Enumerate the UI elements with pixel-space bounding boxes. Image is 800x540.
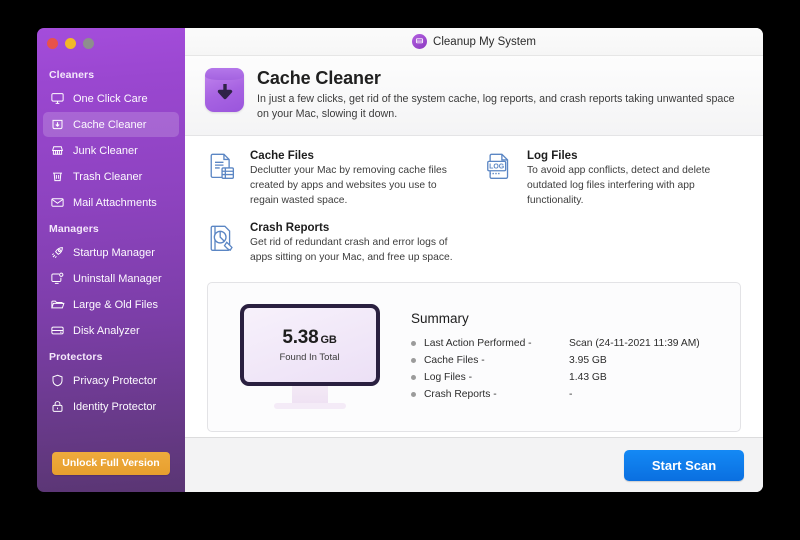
bottom-bar: Start Scan (185, 437, 763, 492)
monitor-base (274, 403, 346, 409)
sidebar-item-privacy-protector[interactable]: Privacy Protector (43, 368, 179, 393)
total-amount: 5.38GB (282, 327, 336, 349)
sidebar-item-label: Junk Cleaner (73, 145, 138, 157)
monitor-stand (292, 386, 328, 403)
sidebar-item-label: Startup Manager (73, 247, 155, 259)
bullet-icon (411, 341, 416, 346)
sidebar-item-label: One Click Care (73, 93, 148, 105)
sidebar-item-cache-cleaner[interactable]: Cache Cleaner (43, 112, 179, 137)
sidebar-footer: Unlock Full Version (37, 434, 185, 492)
sidebar-item-label: Large & Old Files (73, 299, 158, 311)
app-logo-icon (412, 34, 427, 49)
cache-download-icon (205, 68, 244, 112)
summary-row: Crash Reports - - (411, 386, 726, 403)
monitor-gear-icon (49, 271, 65, 287)
summary-row: Last Action Performed - Scan (24-11-2021… (411, 335, 726, 352)
feature-description: To avoid app conflicts, detect and delet… (527, 164, 743, 209)
minimize-button[interactable] (65, 38, 76, 49)
sidebar-item-large-old-files[interactable]: Large & Old Files (43, 292, 179, 317)
monitor-screen: 5.38GB Found In Total (240, 304, 380, 386)
sidebar-item-label: Cache Cleaner (73, 119, 146, 131)
unlock-full-version-button[interactable]: Unlock Full Version (52, 452, 170, 475)
summary-row-label: Crash Reports - (424, 389, 569, 400)
sidebar-item-one-click-care[interactable]: One Click Care (43, 86, 179, 111)
sidebar-item-mail-attachments[interactable]: Mail Attachments (43, 190, 179, 215)
summary-row-value: - (569, 389, 572, 400)
total-amount-unit: GB (321, 334, 337, 346)
summary-row: Log Files - 1.43 GB (411, 369, 726, 386)
disk-drive-icon (49, 323, 65, 339)
feature-list: Cache Files Declutter your Mac by removi… (185, 136, 763, 270)
feature-title: Crash Reports (250, 222, 466, 234)
hero-section: Cache Cleaner In just a few clicks, get … (185, 56, 763, 136)
summary-row-label: Log Files - (424, 372, 569, 383)
sidebar-group-managers-title: Managers (37, 216, 185, 240)
trash-icon (49, 169, 65, 185)
sidebar-item-junk-cleaner[interactable]: Junk Cleaner (43, 138, 179, 163)
bullet-icon (411, 392, 416, 397)
summary-heading: Summary (411, 311, 726, 326)
sidebar-item-label: Mail Attachments (73, 197, 157, 209)
sidebar-nav: Cleaners One Click Care Cache Cleaner (37, 56, 185, 434)
feature-cache-files: Cache Files Declutter your Mac by removi… (207, 150, 466, 209)
bullet-icon (411, 375, 416, 380)
feature-description: Declutter your Mac by removing cache fil… (250, 164, 466, 209)
page-title: Cache Cleaner (257, 68, 741, 89)
sidebar-item-label: Uninstall Manager (73, 273, 162, 285)
sidebar-item-uninstall-manager[interactable]: Uninstall Manager (43, 266, 179, 291)
feature-description: Get rid of redundant crash and error log… (250, 236, 466, 266)
envelope-icon (49, 195, 65, 211)
sidebar-item-identity-protector[interactable]: Identity Protector (43, 394, 179, 419)
app-window: Cleaners One Click Care Cache Cleaner (37, 28, 763, 492)
total-amount-caption: Found In Total (279, 352, 339, 363)
window-controls (37, 28, 185, 56)
cache-download-icon (49, 117, 65, 133)
titlebar: Cleanup My System (185, 28, 763, 56)
sidebar-item-label: Disk Analyzer (73, 325, 140, 337)
broom-icon (49, 143, 65, 159)
app-title: Cleanup My System (433, 36, 536, 48)
summary-row-value: 3.95 GB (569, 355, 607, 366)
sidebar-item-disk-analyzer[interactable]: Disk Analyzer (43, 318, 179, 343)
svg-text:LOG: LOG (489, 164, 504, 171)
sidebar: Cleaners One Click Care Cache Cleaner (37, 28, 185, 492)
monitor-icon (49, 91, 65, 107)
page-description: In just a few clicks, get rid of the sys… (257, 92, 741, 122)
close-button[interactable] (47, 38, 58, 49)
sidebar-group-cleaners-title: Cleaners (37, 62, 185, 86)
shield-icon (49, 373, 65, 389)
summary-row-label: Cache Files - (424, 355, 569, 366)
summary-panel: 5.38GB Found In Total Summary Last Actio… (207, 282, 741, 432)
feature-crash-reports: Crash Reports Get rid of redundant crash… (207, 222, 466, 266)
total-found-monitor: 5.38GB Found In Total (222, 304, 397, 409)
lock-icon (49, 399, 65, 415)
summary-row: Cache Files - 3.95 GB (411, 352, 726, 369)
hero-text: Cache Cleaner In just a few clicks, get … (257, 68, 741, 122)
log-files-icon: LOG (484, 151, 516, 183)
total-amount-value: 5.38 (282, 327, 318, 348)
sidebar-group-protectors-title: Protectors (37, 344, 185, 368)
cache-files-icon (207, 151, 239, 183)
sidebar-item-label: Trash Cleaner (73, 171, 142, 183)
feature-log-files: LOG Log Files To avoid app conflicts, de… (484, 150, 743, 209)
crash-reports-icon (207, 223, 239, 255)
icon-lip (205, 68, 244, 80)
summary-row-label: Last Action Performed - (424, 338, 569, 349)
sidebar-item-trash-cleaner[interactable]: Trash Cleaner (43, 164, 179, 189)
main-content: Cleanup My System Cache Cleaner In just … (185, 28, 763, 492)
sidebar-item-startup-manager[interactable]: Startup Manager (43, 240, 179, 265)
folder-icon (49, 297, 65, 313)
sidebar-item-label: Privacy Protector (73, 375, 157, 387)
zoom-button[interactable] (83, 38, 94, 49)
summary-panel-wrap: 5.38GB Found In Total Summary Last Actio… (185, 270, 763, 437)
bullet-icon (411, 358, 416, 363)
summary-row-value: Scan (24-11-2021 11:39 AM) (569, 338, 700, 349)
summary-row-value: 1.43 GB (569, 372, 607, 383)
feature-title: Log Files (527, 150, 743, 162)
sidebar-item-label: Identity Protector (73, 401, 156, 413)
rocket-icon (49, 245, 65, 261)
summary-list: Summary Last Action Performed - Scan (24… (397, 311, 726, 403)
start-scan-button[interactable]: Start Scan (624, 450, 744, 481)
feature-title: Cache Files (250, 150, 466, 162)
